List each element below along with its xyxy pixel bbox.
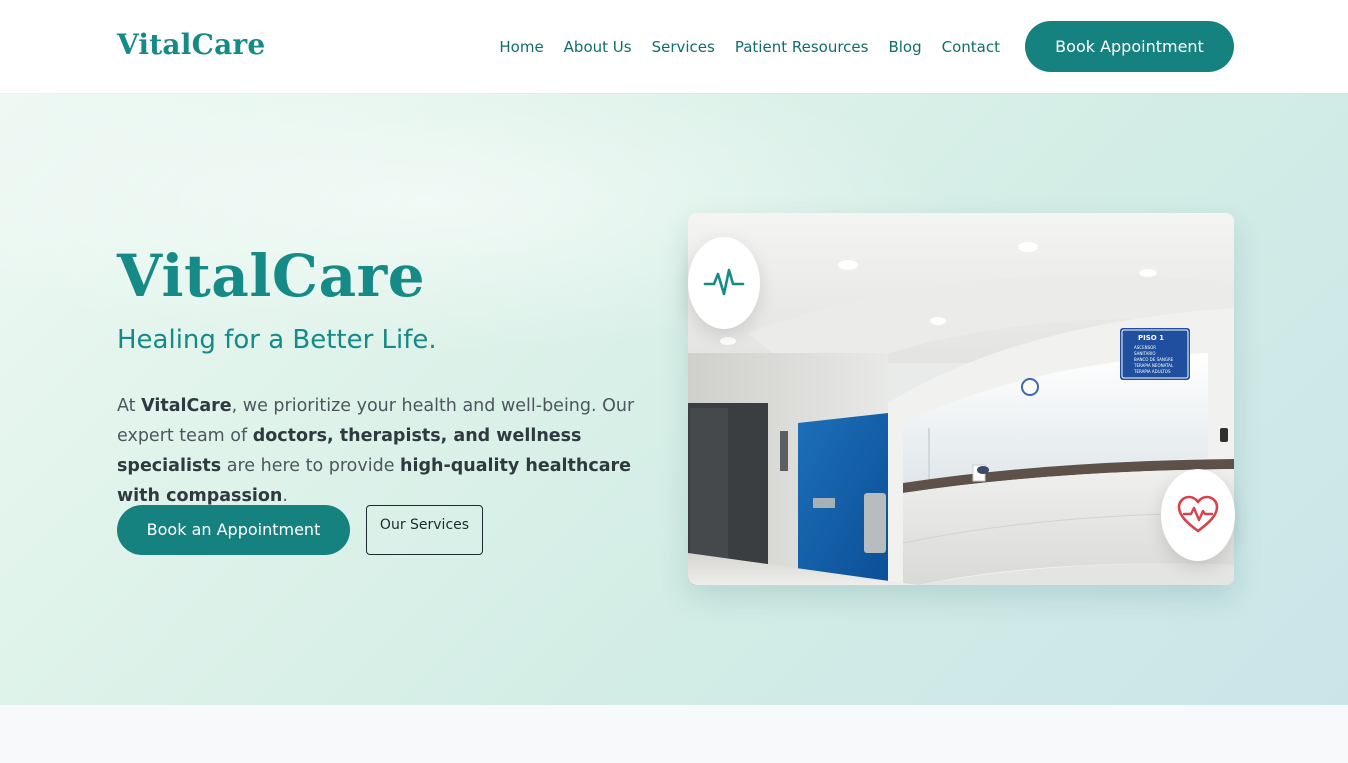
- hero-title: VitalCare: [117, 242, 426, 310]
- hero-section: VitalCare Healing for a Better Life. At …: [0, 93, 1348, 705]
- nav-services[interactable]: Services: [652, 37, 715, 57]
- sign-title: PISO 1: [1138, 334, 1164, 342]
- hero-text-part: .: [282, 486, 288, 506]
- nav-home[interactable]: Home: [499, 37, 543, 57]
- sign-line: TERAPIA NEONATAL: [1133, 363, 1174, 368]
- sign-line: TERAPIA ADULTOS: [1133, 369, 1171, 374]
- nav-blog[interactable]: Blog: [888, 37, 921, 57]
- next-section: [0, 705, 1348, 763]
- nav-about-us[interactable]: About Us: [564, 37, 632, 57]
- pulse-icon: [703, 268, 745, 296]
- main-nav: Home About Us Services Patient Resources…: [499, 0, 1000, 93]
- book-an-appointment-button[interactable]: Book an Appointment: [117, 505, 350, 555]
- reception-photo: PISO 1 ASCENSOR SANITARIO BANCO DE SANGR…: [688, 213, 1234, 585]
- pulse-badge: [688, 237, 760, 329]
- hero-subtitle: Healing for a Better Life.: [117, 325, 437, 355]
- nav-patient-resources[interactable]: Patient Resources: [735, 37, 869, 57]
- heart-pulse-icon: [1177, 495, 1219, 533]
- hero-text-part: are here to provide: [221, 456, 401, 476]
- reception-illustration: PISO 1 ASCENSOR SANITARIO BANCO DE SANGR…: [688, 213, 1234, 585]
- sign-line: BANCO DE SANGRE: [1134, 357, 1174, 362]
- heart-badge: [1161, 469, 1235, 561]
- our-services-button[interactable]: Our Services: [366, 505, 483, 555]
- nav-contact[interactable]: Contact: [942, 37, 1000, 57]
- book-appointment-button[interactable]: Book Appointment: [1025, 21, 1234, 72]
- hero-text-brand: VitalCare: [141, 396, 232, 416]
- hero-text-part: At: [117, 396, 142, 416]
- site-logo[interactable]: VitalCare: [117, 25, 265, 65]
- sign-line: SANITARIO: [1134, 351, 1156, 356]
- sign-line: ASCENSOR: [1134, 345, 1156, 350]
- site-header: VitalCare Home About Us Services Patient…: [0, 0, 1348, 93]
- hero-description: At VitalCare, we prioritize your health …: [117, 391, 667, 511]
